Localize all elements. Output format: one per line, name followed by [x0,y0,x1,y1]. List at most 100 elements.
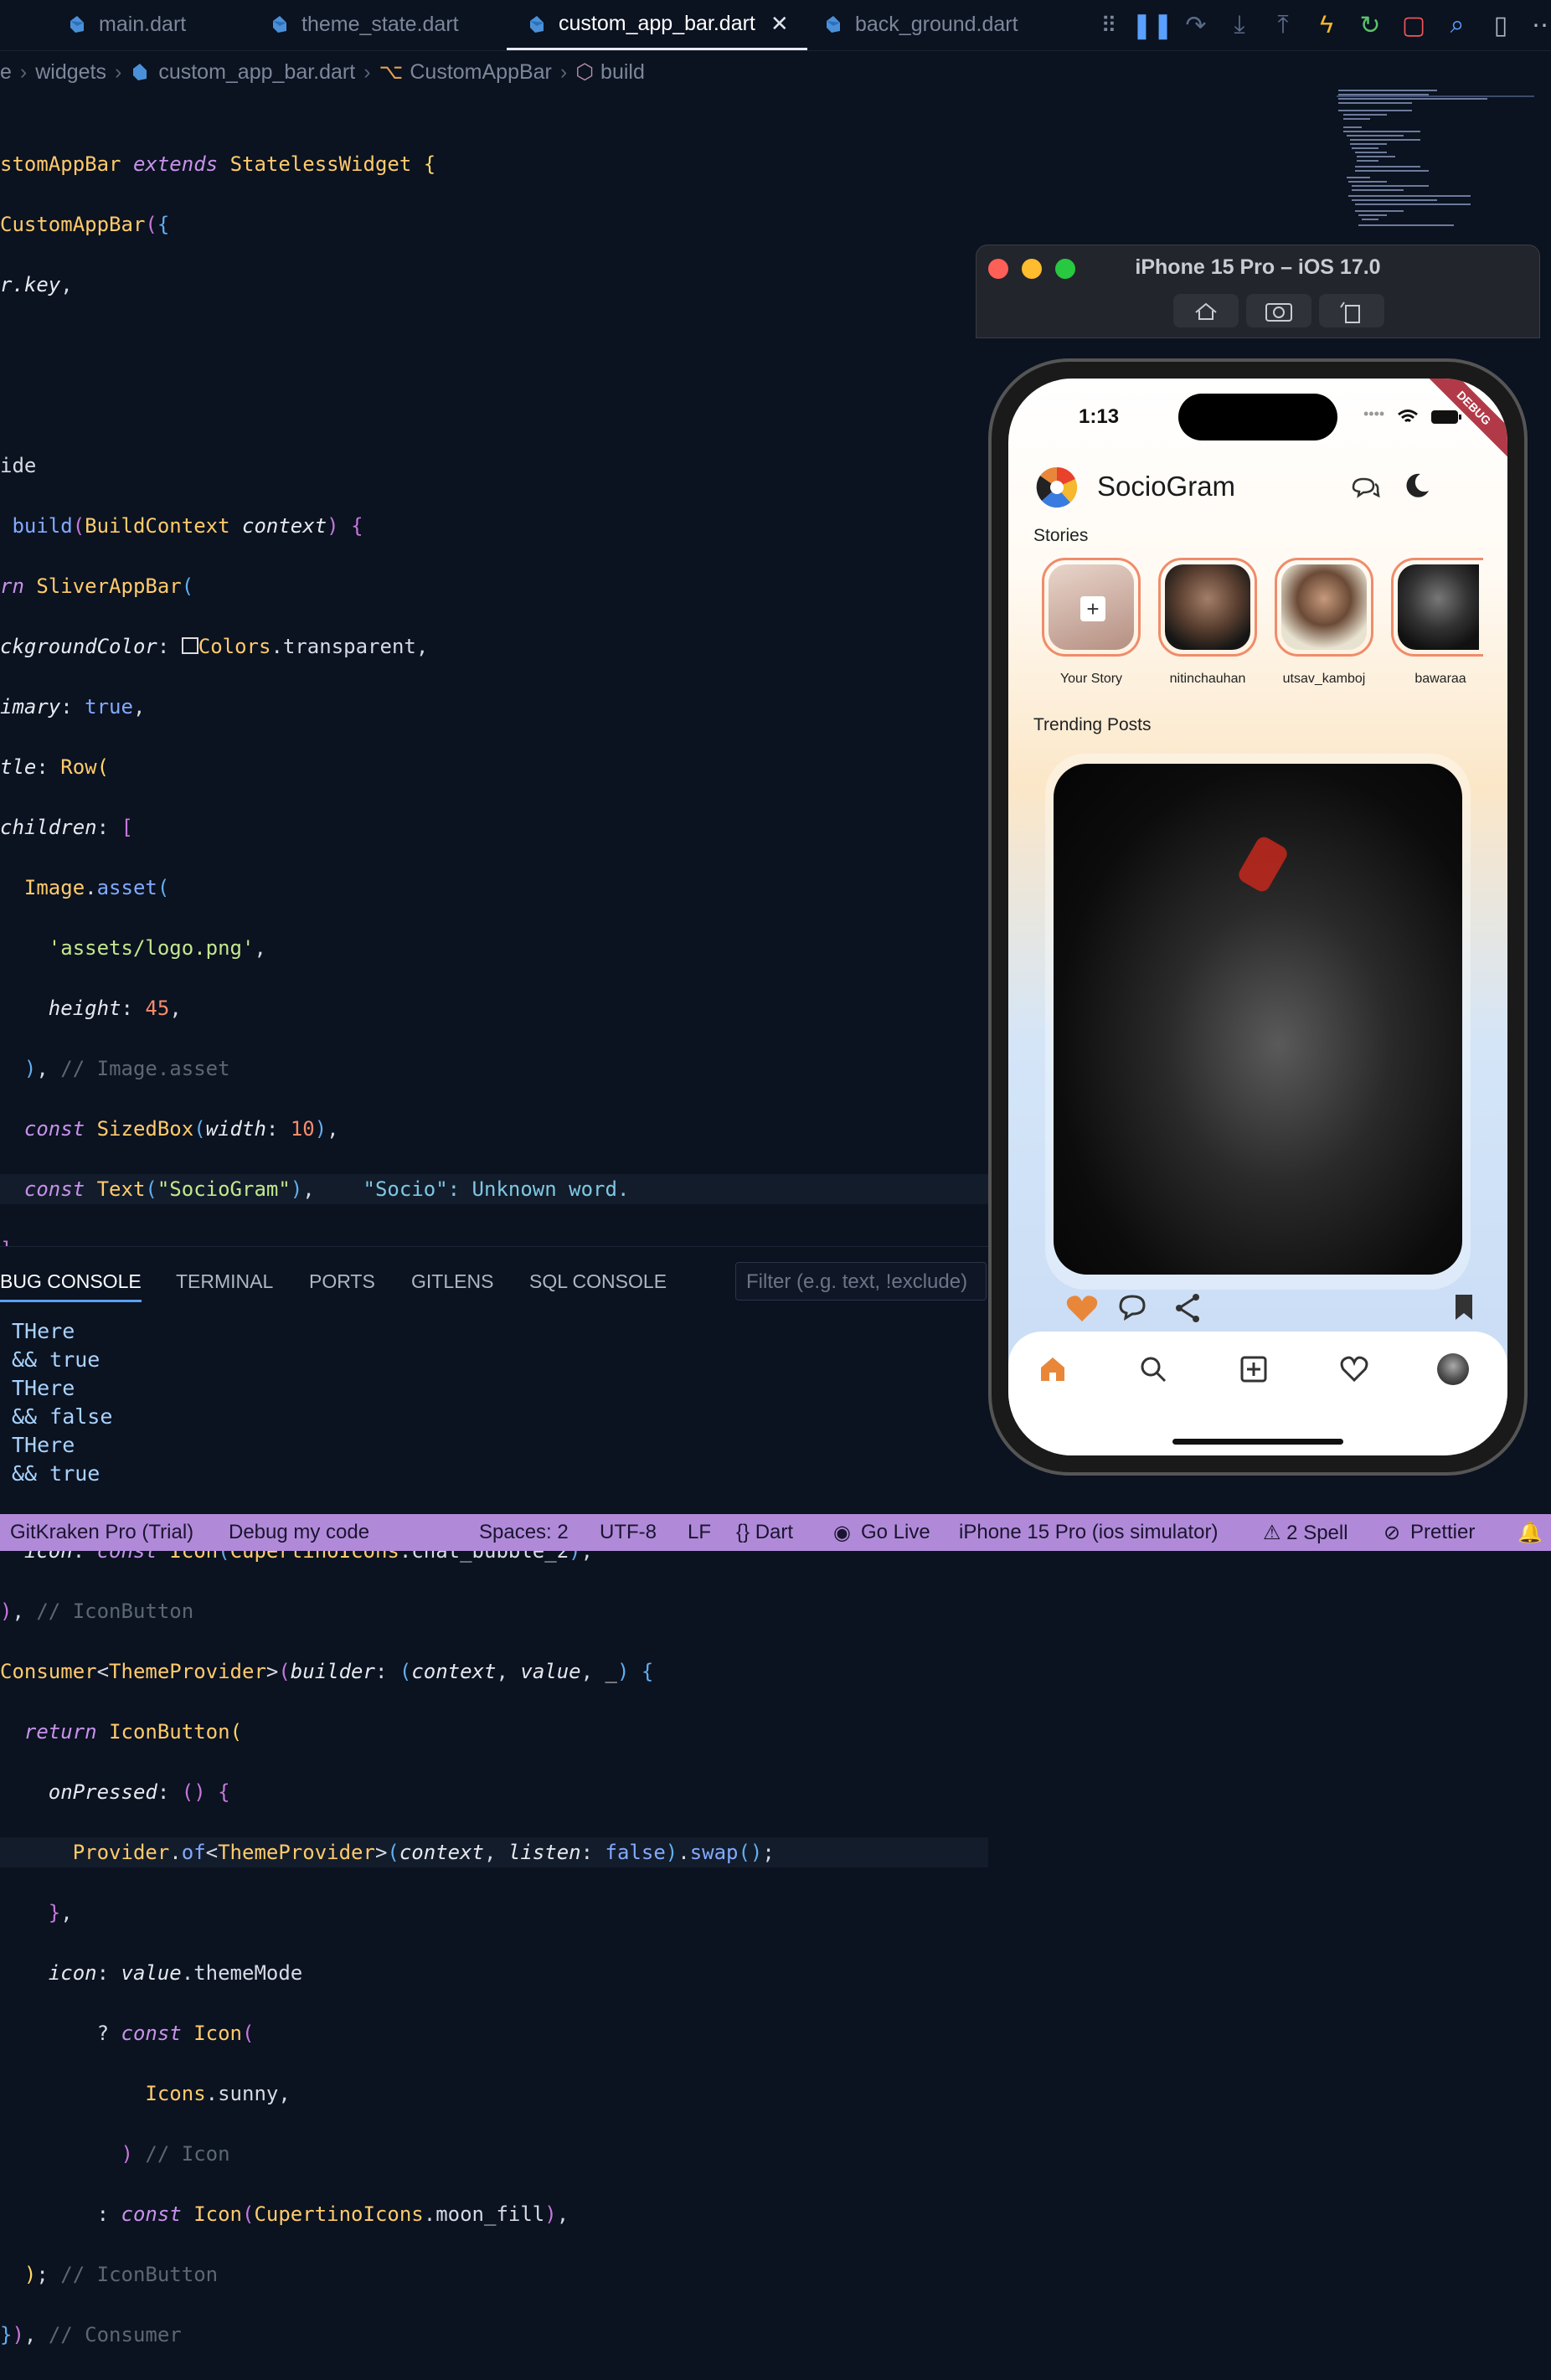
chevron-right-icon: › [115,59,122,84]
status-bar: GitKraken Pro (Trial) Debug my code Spac… [0,1514,1551,1551]
status-device[interactable]: iPhone 15 Pro (ios simulator) [959,1521,1218,1544]
add-post-nav-icon[interactable] [1239,1355,1268,1383]
rotate-icon [1340,301,1360,323]
battery-icon [1431,410,1461,424]
tab-back-ground-dart[interactable]: back_ground.dart [823,0,1018,49]
profile-avatar[interactable] [1437,1353,1469,1385]
simulator-window: iPhone 15 Pro – iOS 17.0 [976,245,1540,338]
dart-file-icon [70,16,84,33]
status-time: 1:13 [1079,405,1120,428]
status-go-live[interactable]: Go Live [861,1521,930,1544]
tab-ports[interactable]: PORTS [309,1270,375,1293]
bell-icon[interactable]: 🔔 [1518,1521,1543,1545]
status-eol[interactable]: LF [688,1521,711,1544]
story-label: bawaraa [1414,672,1466,686]
wifi-icon [1398,410,1418,423]
dart-file-icon [133,64,147,80]
status-language[interactable]: {} Dart [736,1521,793,1544]
tab-terminal[interactable]: TERMINAL [176,1270,273,1293]
heart-nav-icon[interactable] [1340,1355,1368,1383]
rotate-button[interactable] [1319,294,1384,327]
like-heart-icon[interactable] [1065,1293,1099,1323]
story-avatar-nitinchauhan[interactable] [1158,558,1257,657]
breadcrumb-item[interactable]: e [0,60,12,85]
pause-icon[interactable]: ❚❚ [1131,11,1174,40]
drag-handle-icon[interactable]: ⠿ [1087,13,1131,39]
tab-main-dart[interactable]: main.dart [67,0,186,49]
tab-label: theme_state.dart [301,12,459,36]
console-filter-input[interactable]: Filter (e.g. text, !exclude) [735,1262,987,1301]
moon-icon[interactable] [1402,471,1432,501]
bottom-navigation [1008,1332,1507,1455]
story-avatar-your-story[interactable]: + [1042,558,1141,657]
bottom-panel: BUG CONSOLE TERMINAL PORTS GITLENS SQL C… [0,1246,988,1515]
class-icon: ⌥ [379,60,404,84]
debug-toolbar: ⠿ ❚❚ ↷ ⤓ ⤒ ϟ ↻ ▢ ⌕ ▯ ⋯ [1087,7,1551,44]
chevron-right-icon: › [559,59,568,84]
dart-file-icon [273,16,286,33]
tab-label: custom_app_bar.dart [559,12,755,35]
console-line: && true [12,1347,100,1372]
hot-reload-icon[interactable]: ϟ [1305,11,1348,39]
minimap-preview [1337,90,1534,226]
chevron-right-icon: › [363,59,371,84]
breadcrumb: e › widgets › custom_app_bar.dart › ⌥ Custo… [0,55,645,89]
home-nav-icon[interactable] [1038,1355,1067,1383]
step-out-icon[interactable]: ⤒ [1261,11,1305,39]
step-into-icon[interactable]: ⤓ [1218,11,1261,39]
hot-restart-icon[interactable]: ↻ [1348,11,1392,40]
dart-file-icon [827,16,840,33]
spell-diagnostic: "Socio": Unknown word. [363,1177,630,1201]
comment-icon[interactable] [1117,1293,1151,1323]
console-line: THere [12,1319,75,1343]
status-encoding[interactable]: UTF-8 [600,1521,657,1544]
story-avatar-utsav-kamboj[interactable] [1275,558,1373,657]
share-icon[interactable] [1172,1291,1203,1323]
status-debug[interactable]: Debug my code [229,1521,369,1544]
more-icon[interactable]: ⋯ [1523,11,1551,40]
devtools-icon[interactable]: ⌕ [1435,11,1479,39]
console-line: && false [12,1404,113,1429]
home-icon [1195,302,1217,320]
dart-file-icon [530,15,544,33]
toggle-panel-icon[interactable]: ▯ [1479,11,1523,40]
dynamic-island [1178,394,1337,440]
method-icon: ⬡ [575,60,595,84]
console-line: && true [12,1461,100,1486]
screenshot-button[interactable] [1246,294,1311,327]
post-image[interactable] [1054,764,1462,1275]
minimap[interactable] [1337,87,1534,229]
app-screen: DEBUG 1:13 •••• SocioGram Stories + Your… [1008,379,1507,1455]
chevron-right-icon: › [19,59,28,84]
bookmark-icon[interactable] [1454,1293,1474,1321]
chat-bubble-icon[interactable] [1350,474,1380,501]
breadcrumb-item[interactable]: CustomAppBar [410,60,552,85]
stories-heading: Stories [1033,526,1089,545]
status-spell[interactable]: ⚠ 2 Spell [1263,1521,1348,1545]
editor-tab-bar: main.dart theme_state.dart custom_app_ba… [0,0,1551,51]
tab-gitlens[interactable]: GITLENS [411,1270,493,1293]
breadcrumb-item[interactable]: widgets [35,60,106,85]
status-prettier[interactable]: Prettier [1410,1521,1475,1544]
step-over-icon[interactable]: ↷ [1174,11,1218,40]
tab-custom-app-bar-dart[interactable]: custom_app_bar.dart ✕ [507,0,807,50]
breadcrumb-item[interactable]: build [600,60,645,85]
tab-debug-console[interactable]: BUG CONSOLE [0,1270,142,1302]
console-line: THere [12,1433,75,1457]
tab-sql-console[interactable]: SQL CONSOLE [529,1270,667,1293]
app-title: SocioGram [1097,471,1236,502]
tab-label: main.dart [99,12,187,36]
story-label: utsav_kamboj [1282,672,1366,686]
search-nav-icon[interactable] [1139,1355,1167,1383]
story-label: Your Story [1059,672,1123,686]
cellular-icon: •••• [1363,405,1385,422]
stop-icon[interactable]: ▢ [1392,11,1435,40]
close-icon[interactable]: ✕ [770,11,789,37]
tab-theme-state-dart[interactable]: theme_state.dart [270,0,459,49]
status-gitkraken[interactable]: GitKraken Pro (Trial) [10,1521,193,1544]
sociogram-logo [1036,466,1078,508]
story-avatar-bawaraa[interactable] [1391,558,1483,657]
breadcrumb-item[interactable]: custom_app_bar.dart [158,60,355,85]
home-button[interactable] [1173,294,1239,327]
status-spaces[interactable]: Spaces: 2 [479,1521,569,1544]
